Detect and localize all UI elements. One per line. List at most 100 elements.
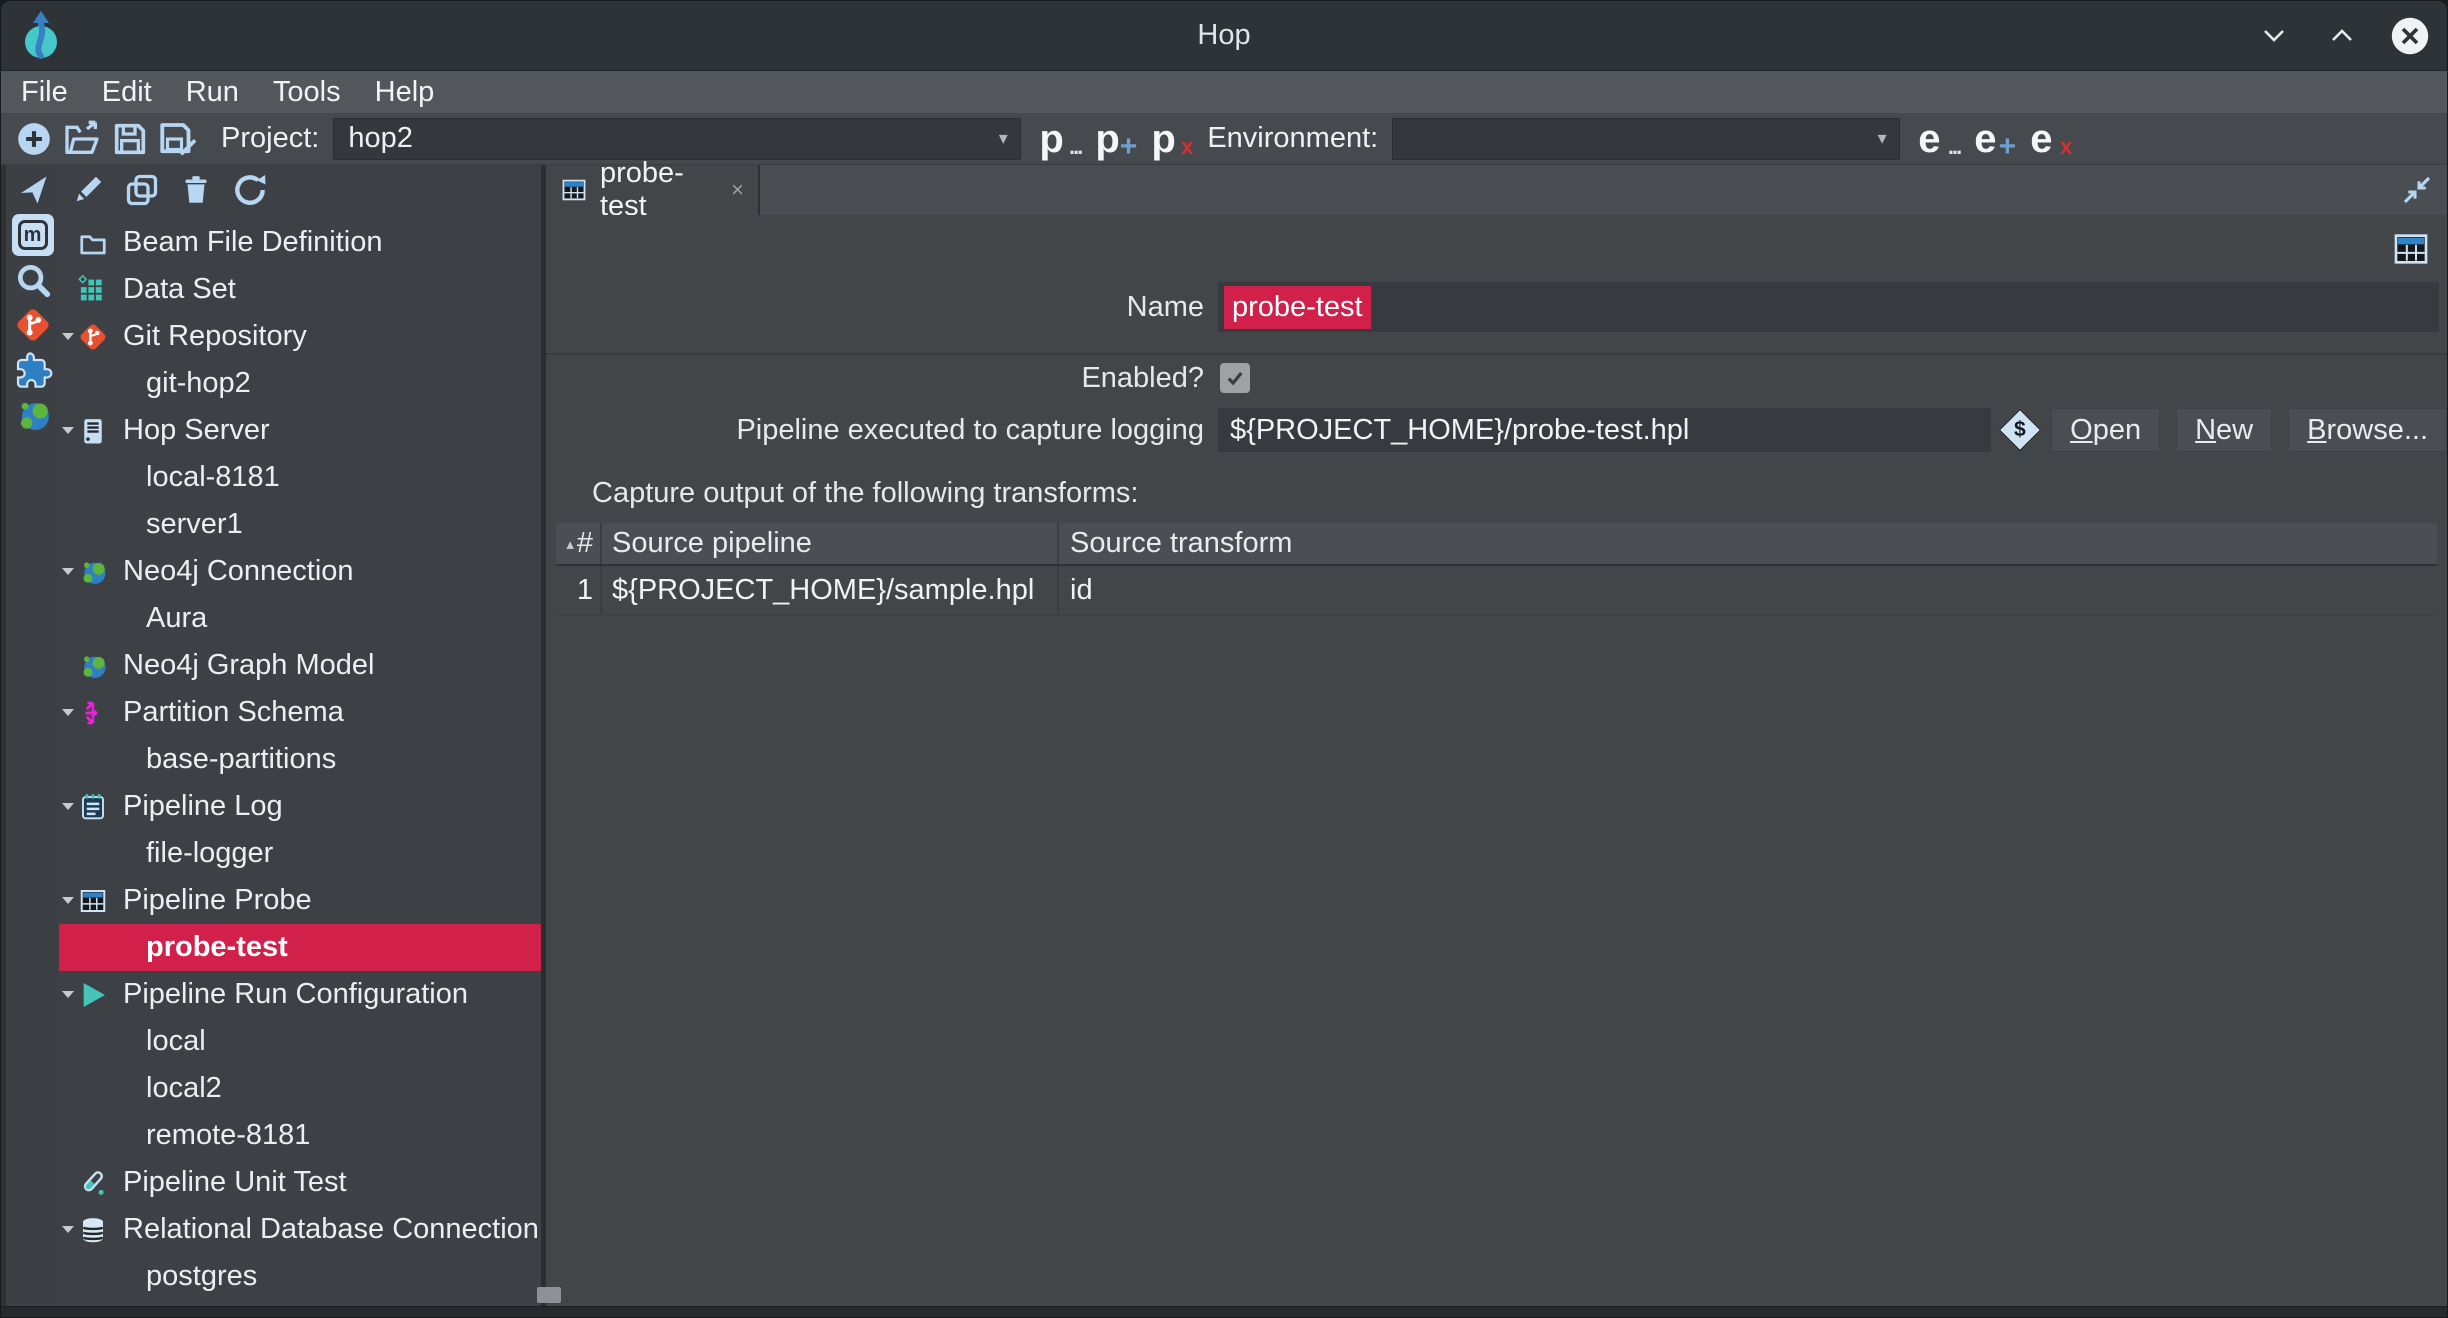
hop-server-icon: [77, 416, 109, 446]
tab-close-icon[interactable]: ×: [731, 180, 744, 200]
expand-caret-icon[interactable]: [59, 897, 77, 904]
tree-item-neo4j-graph-model[interactable]: Neo4j Graph Model: [59, 642, 541, 689]
neo4j-perspective-icon[interactable]: [12, 394, 54, 436]
new-item-icon[interactable]: [13, 118, 55, 160]
save-as-icon[interactable]: [157, 118, 199, 160]
column-header-source-pipeline[interactable]: Source pipeline: [602, 523, 1059, 564]
tree-item-probe-test[interactable]: probe-test: [59, 924, 541, 971]
tab-probe-test[interactable]: probe-test ×: [546, 165, 760, 215]
data-orchestration-perspective-icon[interactable]: [12, 169, 54, 211]
selected-text: probe-test: [1224, 286, 1371, 329]
tree-item-local2[interactable]: local2: [59, 1065, 541, 1112]
chevron-down-icon[interactable]: ▾: [1865, 128, 1899, 149]
tree-item-neo4j-connection[interactable]: Neo4j Connection: [59, 548, 541, 595]
expand-caret-icon[interactable]: [59, 803, 77, 810]
name-input[interactable]: probe-test: [1218, 282, 2439, 332]
menu-edit[interactable]: Edit: [102, 76, 152, 109]
tree-item-aura[interactable]: Aura: [59, 595, 541, 642]
tree-item-postgres[interactable]: postgres: [59, 1253, 541, 1300]
project-label: Project:: [221, 122, 319, 155]
collapse-panel-icon[interactable]: [2401, 174, 2433, 206]
delete-icon[interactable]: [177, 171, 215, 209]
source-pipeline-cell[interactable]: ${PROJECT_HOME}/sample.hpl: [602, 566, 1059, 615]
close-button[interactable]: [2389, 15, 2431, 57]
metadata-tree: Beam File Definition Data Set Git Reposi…: [59, 215, 541, 1317]
database-icon: [77, 1215, 109, 1245]
metadata-toolbar: [59, 165, 541, 215]
column-header-number[interactable]: ▴ #: [556, 523, 602, 564]
variable-icon[interactable]: $: [1999, 409, 2041, 451]
window-title: Hop: [1, 19, 2447, 52]
project-add-icon[interactable]: p+: [1095, 119, 1131, 159]
transforms-table: ▴ # Source pipeline Source transform 1 $…: [556, 523, 2437, 616]
save-icon[interactable]: [109, 118, 151, 160]
plugins-perspective-icon[interactable]: [12, 349, 54, 391]
expand-caret-icon[interactable]: [59, 991, 77, 998]
titlebar[interactable]: Hop: [1, 1, 2447, 71]
tree-item-base-partitions[interactable]: base-partitions: [59, 736, 541, 783]
environment-delete-icon[interactable]: ex: [2030, 119, 2066, 159]
pipeline-filename-input[interactable]: ${PROJECT_HOME}/probe-test.hpl: [1218, 408, 1991, 452]
search-perspective-icon[interactable]: [12, 259, 54, 301]
tree-item-git-hop2[interactable]: git-hop2: [59, 360, 541, 407]
environment-edit-icon[interactable]: e...: [1918, 119, 1954, 159]
tree-item-remote-8181[interactable]: remote-8181: [59, 1112, 541, 1159]
new-button[interactable]: New: [2176, 408, 2272, 452]
tree-item-pipeline-log[interactable]: Pipeline Log: [59, 783, 541, 830]
table-row[interactable]: 1 ${PROJECT_HOME}/sample.hpl id: [556, 566, 2437, 616]
maximize-button[interactable]: [2321, 15, 2363, 57]
tree-item-server1[interactable]: server1: [59, 501, 541, 548]
project-edit-icon[interactable]: p...: [1039, 119, 1075, 159]
chevron-down-icon[interactable]: ▾: [986, 128, 1020, 149]
tree-item-file-logger[interactable]: file-logger: [59, 830, 541, 877]
enabled-checkbox[interactable]: [1220, 363, 1250, 393]
probe-editor: Name probe-test Enabled? Pipeline execut…: [546, 215, 2447, 1317]
pipeline-log-icon: [77, 792, 109, 822]
tree-item-local-8181[interactable]: local-8181: [59, 454, 541, 501]
metadata-perspective-icon[interactable]: m: [12, 214, 54, 256]
environment-combo[interactable]: ▾: [1392, 118, 1900, 160]
pipeline-probe-icon: [2391, 229, 2431, 274]
menu-help[interactable]: Help: [375, 76, 435, 109]
expand-caret-icon[interactable]: [59, 709, 77, 716]
open-file-icon[interactable]: [61, 118, 103, 160]
scrollbar-thumb[interactable]: [537, 1287, 561, 1303]
enabled-label: Enabled?: [546, 362, 1204, 395]
expand-caret-icon[interactable]: [59, 568, 77, 575]
duplicate-icon[interactable]: [123, 171, 161, 209]
git-perspective-icon[interactable]: [12, 304, 54, 346]
menu-file[interactable]: File: [21, 76, 68, 109]
project-delete-icon[interactable]: px: [1151, 119, 1187, 159]
edit-icon[interactable]: [69, 171, 107, 209]
tree-item-relational-database-connection[interactable]: Relational Database Connection: [59, 1206, 541, 1253]
tree-item-data-set[interactable]: Data Set: [59, 266, 541, 313]
menu-tools[interactable]: Tools: [273, 76, 341, 109]
tree-item-local[interactable]: local: [59, 1018, 541, 1065]
tree-item-pipeline-run-configuration[interactable]: Pipeline Run Configuration: [59, 971, 541, 1018]
tree-item-pipeline-unit-test[interactable]: Pipeline Unit Test: [59, 1159, 541, 1206]
tree-item-pipeline-probe[interactable]: Pipeline Probe: [59, 877, 541, 924]
browse-button[interactable]: Browse...: [2288, 408, 2447, 452]
open-button[interactable]: Open: [2051, 408, 2160, 452]
column-header-source-transform[interactable]: Source transform: [1059, 523, 2437, 564]
perspective-rail: m: [1, 165, 59, 1317]
expand-caret-icon[interactable]: [59, 1226, 77, 1233]
main-toolbar: Project: hop2 ▾ p... p+ px Environment: …: [1, 113, 2447, 165]
refresh-icon[interactable]: [231, 171, 269, 209]
tree-item-git-repository[interactable]: Git Repository: [59, 313, 541, 360]
project-combo[interactable]: hop2 ▾: [333, 118, 1021, 160]
environment-add-icon[interactable]: e+: [1974, 119, 2010, 159]
neo4j-icon: [77, 651, 109, 681]
expand-caret-icon[interactable]: [59, 333, 77, 340]
minimize-button[interactable]: [2253, 15, 2295, 57]
tree-item-partition-schema[interactable]: Partition Schema: [59, 689, 541, 736]
menu-run[interactable]: Run: [186, 76, 239, 109]
tree-item-beam-file-definition[interactable]: Beam File Definition: [59, 219, 541, 266]
environment-label: Environment:: [1207, 122, 1378, 155]
capture-transforms-label: Capture output of the following transfor…: [592, 477, 1138, 510]
data-set-icon: [77, 275, 109, 305]
window-bottom-edge: [1, 1306, 2447, 1317]
source-transform-cell[interactable]: id: [1059, 566, 2437, 615]
expand-caret-icon[interactable]: [59, 427, 77, 434]
tree-item-hop-server[interactable]: Hop Server: [59, 407, 541, 454]
